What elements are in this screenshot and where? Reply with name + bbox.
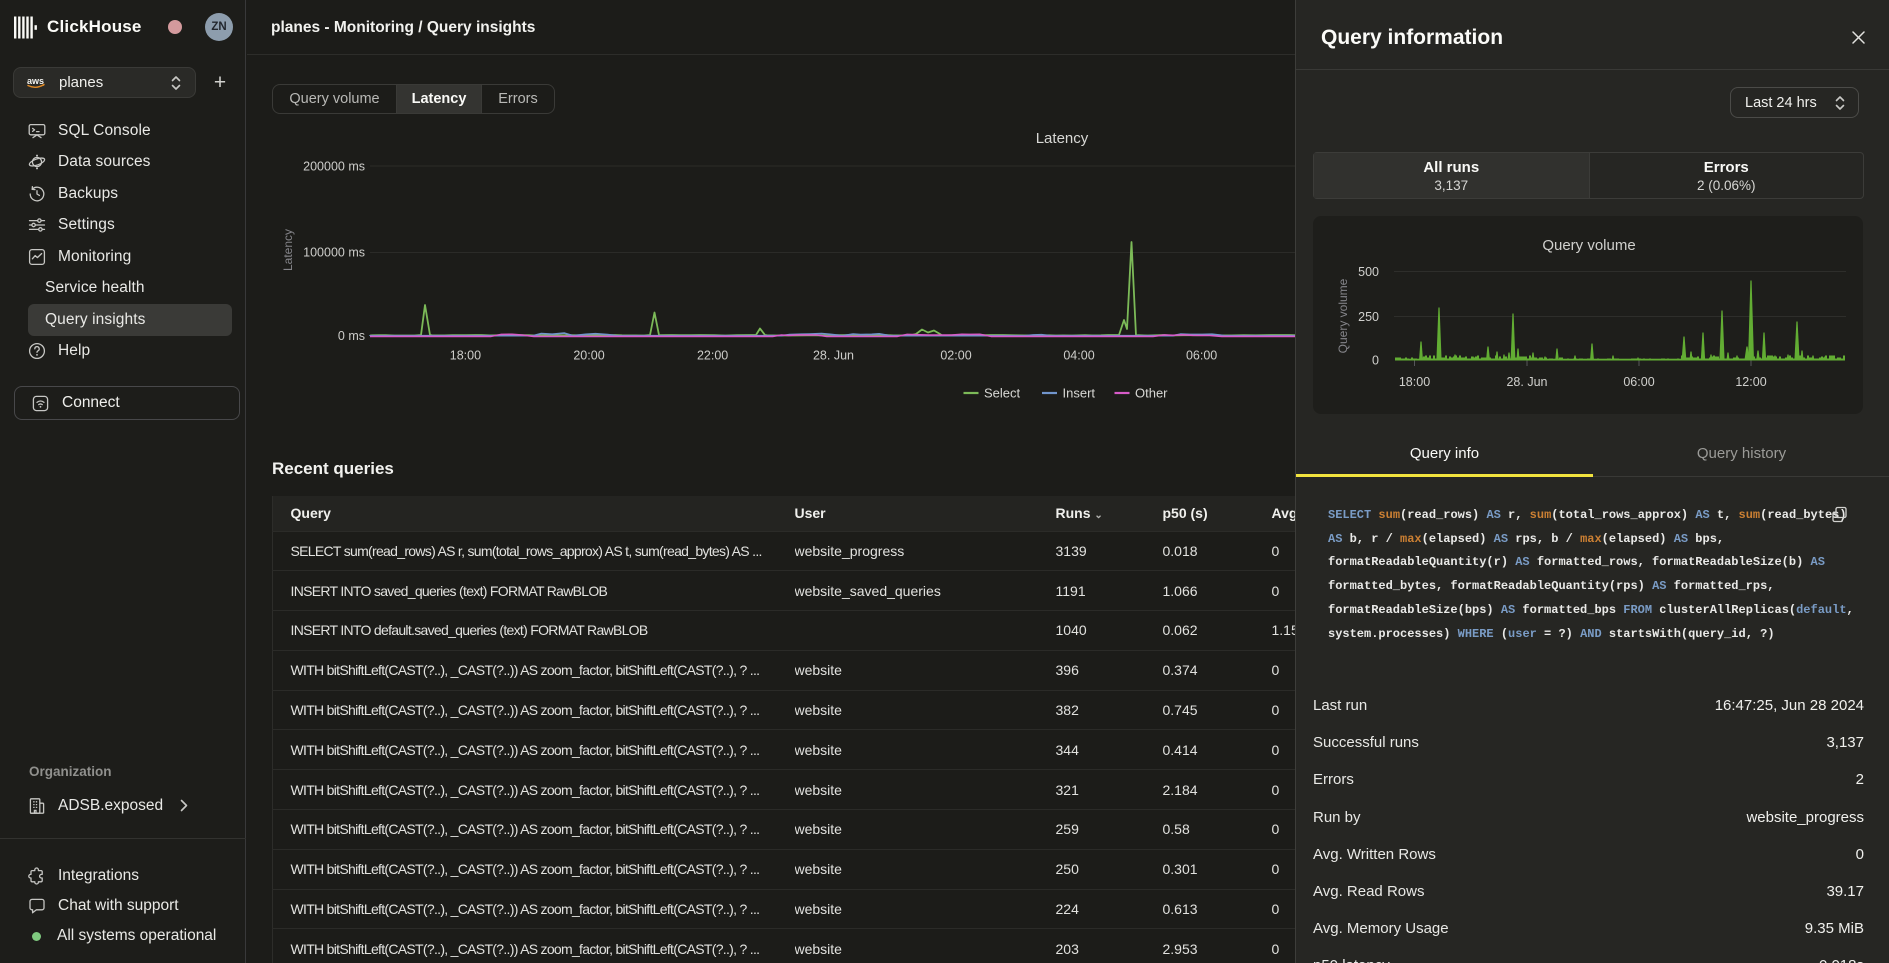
- svg-text:18:00: 18:00: [450, 349, 481, 363]
- svg-text:Query volume: Query volume: [1542, 237, 1635, 254]
- svg-text:0: 0: [1372, 354, 1379, 368]
- svg-text:20:00: 20:00: [573, 349, 604, 363]
- svg-text:06:00: 06:00: [1623, 375, 1654, 389]
- svg-text:12:00: 12:00: [1735, 375, 1766, 389]
- svg-text:Latency: Latency: [1036, 130, 1089, 147]
- svg-text:500: 500: [1358, 265, 1379, 279]
- svg-text:Latency: Latency: [281, 229, 295, 271]
- svg-text:28. Jun: 28. Jun: [813, 349, 854, 363]
- svg-text:Insert: Insert: [1063, 386, 1096, 401]
- svg-text:100000 ms: 100000 ms: [303, 246, 365, 260]
- svg-text:0 ms: 0 ms: [338, 329, 365, 343]
- svg-text:200000 ms: 200000 ms: [303, 160, 365, 174]
- svg-text:aws: aws: [27, 76, 44, 86]
- svg-text:28. Jun: 28. Jun: [1506, 375, 1547, 389]
- svg-text:Query volume: Query volume: [1336, 278, 1350, 353]
- svg-text:18:00: 18:00: [1399, 375, 1430, 389]
- svg-text:06:00: 06:00: [1186, 349, 1217, 363]
- svg-text:02:00: 02:00: [940, 349, 971, 363]
- svg-text:250: 250: [1358, 310, 1379, 324]
- svg-text:04:00: 04:00: [1063, 349, 1094, 363]
- svg-text:Other: Other: [1135, 386, 1168, 401]
- svg-text:Select: Select: [984, 386, 1021, 401]
- svg-text:22:00: 22:00: [697, 349, 728, 363]
